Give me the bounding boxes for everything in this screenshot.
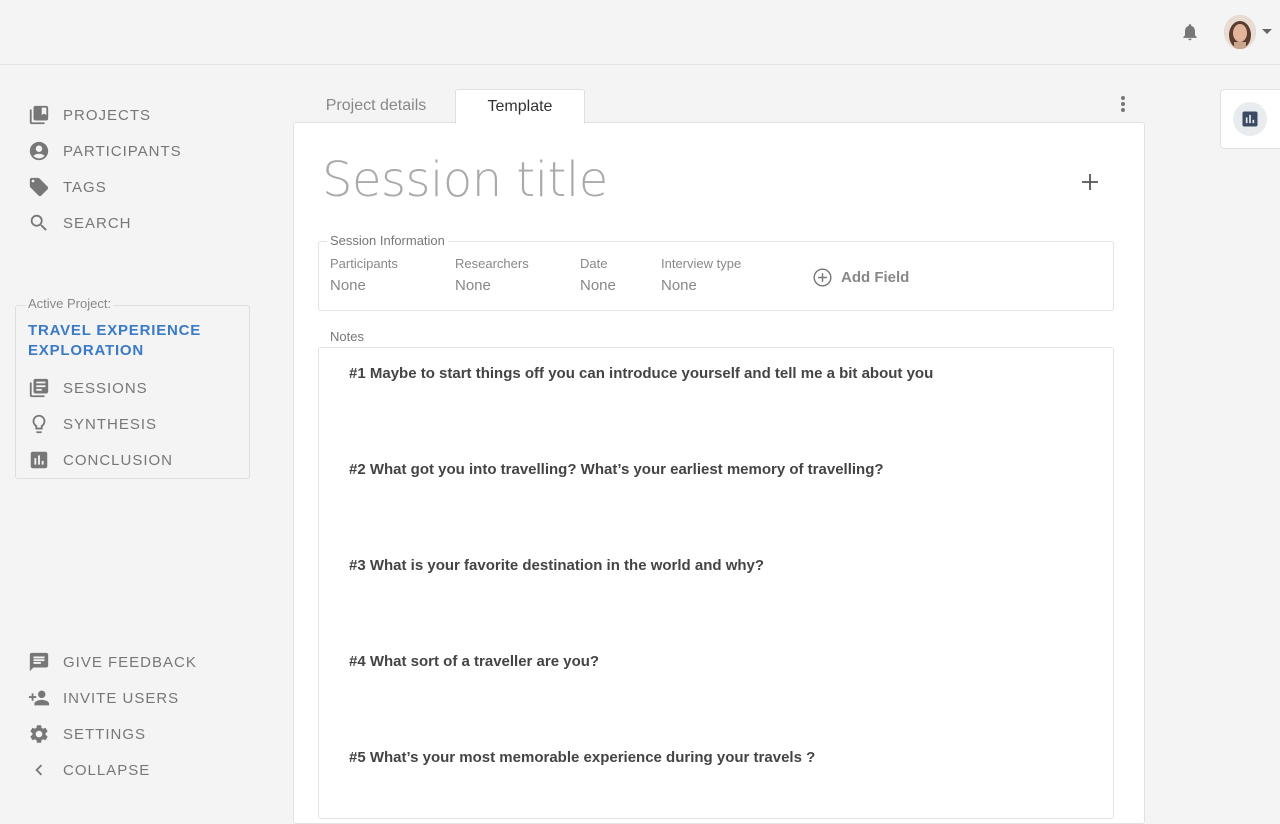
add-circle-icon [813, 268, 832, 287]
active-project-label: Active Project: [26, 296, 114, 311]
field-participants[interactable]: Participants None [330, 256, 398, 294]
field-label: Researchers [455, 256, 529, 271]
sidebar-item-collapse[interactable]: COLLAPSE [28, 758, 150, 782]
question-item[interactable]: #5 What’s your most memorable experience… [349, 749, 815, 766]
sidebar-item-label: COLLAPSE [63, 761, 151, 779]
search-icon [30, 214, 47, 231]
chevron-down-icon[interactable] [1262, 29, 1272, 34]
sidebar-item-participants[interactable]: PARTICIPANTS [28, 139, 182, 163]
gear-icon [30, 725, 48, 743]
sidebar-item-tags[interactable]: TAGS [28, 175, 107, 199]
sidebar-item-label: TAGS [63, 178, 107, 196]
chart-icon [30, 451, 48, 469]
sidebar-item-label: GIVE FEEDBACK [63, 653, 197, 671]
sidebar-item-label: SESSIONS [63, 379, 148, 397]
sidebar-item-sessions[interactable]: SESSIONS [28, 376, 148, 400]
bell-icon[interactable] [1180, 22, 1200, 42]
sidebar-item-label: PROJECTS [63, 106, 152, 124]
tab-project-details[interactable]: Project details [306, 89, 446, 123]
sidebar-item-label: SEARCH [63, 214, 132, 232]
session-title-input[interactable]: Session title [322, 152, 608, 208]
sidebar-item-label: SYNTHESIS [63, 415, 158, 433]
lightbulb-icon [32, 414, 46, 434]
top-bar [0, 0, 1280, 65]
sidebar-item-synthesis[interactable]: SYNTHESIS [28, 412, 157, 436]
field-label: Participants [330, 256, 398, 271]
chart-chip [1233, 102, 1267, 136]
field-interview-type[interactable]: Interview type None [661, 256, 741, 294]
more-options-icon[interactable] [1115, 94, 1131, 116]
question-item[interactable]: #1 Maybe to start things off you can int… [349, 365, 933, 382]
sidebar-item-search[interactable]: SEARCH [28, 211, 132, 235]
sidebar-item-label: SETTINGS [63, 725, 147, 743]
add-user-icon [28, 690, 50, 706]
tag-icon [29, 177, 49, 197]
avatar[interactable] [1224, 15, 1256, 49]
add-field-label: Add Field [841, 269, 910, 286]
question-item[interactable]: #2 What got you into travelling? What’s … [349, 461, 884, 478]
field-label: Date [580, 256, 608, 271]
add-field-button[interactable]: Add Field [812, 267, 909, 288]
chart-icon [1242, 111, 1258, 127]
tab-template[interactable]: Template [455, 89, 585, 124]
projects-icon [29, 105, 49, 125]
participant-icon [29, 141, 49, 161]
insights-panel-toggle[interactable] [1220, 89, 1280, 149]
notes-label: Notes [330, 329, 364, 344]
sidebar-item-conclusion[interactable]: CONCLUSION [28, 448, 173, 472]
field-value: None [661, 277, 697, 294]
field-date[interactable]: Date None [580, 256, 616, 294]
feedback-icon [29, 652, 49, 672]
question-item[interactable]: #4 What sort of a traveller are you? [349, 653, 599, 670]
sidebar-item-settings[interactable]: SETTINGS [28, 722, 146, 746]
sidebar-item-projects[interactable]: PROJECTS [28, 103, 151, 127]
session-info-legend: Session Information [327, 233, 448, 248]
field-value: None [330, 277, 366, 294]
sidebar-item-invite-users[interactable]: INVITE USERS [28, 686, 179, 710]
sidebar-item-label: PARTICIPANTS [63, 142, 182, 160]
field-value: None [580, 277, 616, 294]
sidebar-item-label: INVITE USERS [63, 689, 180, 707]
field-researchers[interactable]: Researchers None [455, 256, 529, 294]
plus-icon[interactable] [1078, 170, 1102, 194]
sidebar-item-label: CONCLUSION [63, 451, 174, 469]
chevron-left-icon [35, 764, 43, 776]
question-item[interactable]: #3 What is your favorite destination in … [349, 557, 764, 574]
field-label: Interview type [661, 256, 742, 271]
sessions-icon [29, 378, 49, 398]
sidebar-item-feedback[interactable]: GIVE FEEDBACK [28, 650, 197, 674]
active-project-name[interactable]: TRAVEL EXPERIENCE EXPLORATION [28, 321, 238, 361]
field-value: None [455, 277, 491, 294]
